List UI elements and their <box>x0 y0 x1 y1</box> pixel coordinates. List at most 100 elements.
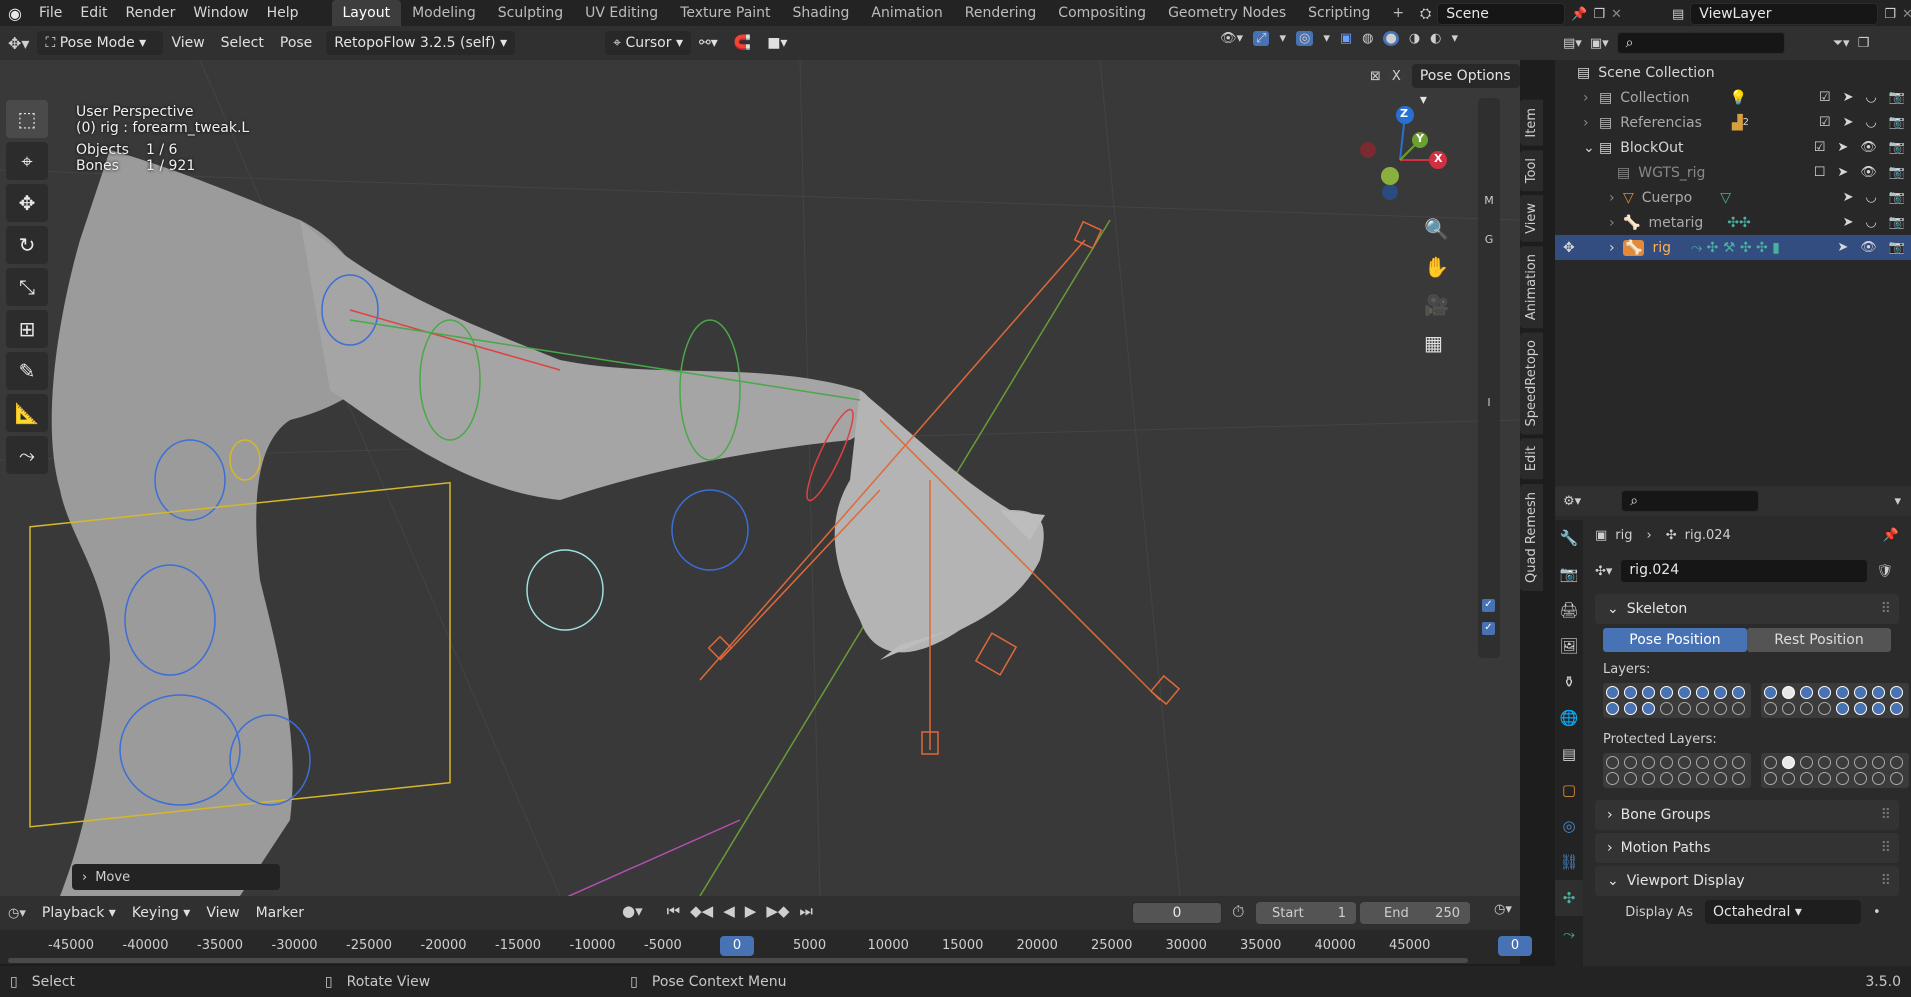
layer-dot[interactable] <box>1836 772 1849 785</box>
drag-handle-icon[interactable]: ⠿ <box>1881 594 1891 624</box>
drag-handle-icon[interactable]: ⠿ <box>1881 866 1891 896</box>
camera-icon[interactable]: 📷 <box>1889 240 1905 255</box>
layer-dot[interactable] <box>1624 702 1637 715</box>
layer-dot[interactable] <box>1818 686 1831 699</box>
camera-icon[interactable]: 📷 <box>1889 215 1905 230</box>
layer-dot[interactable] <box>1854 686 1867 699</box>
data-name-field[interactable]: rig.024 <box>1620 559 1869 583</box>
visibility-icon[interactable]: 👁▾ <box>1220 31 1243 46</box>
outliner-row-metarig[interactable]: › 🦴 metarig ✣✣ ➤ ◡ 📷 <box>1555 210 1911 235</box>
navigation-gizmo[interactable]: Z X Y <box>1350 100 1450 200</box>
layer-dot[interactable] <box>1800 756 1813 769</box>
outliner-row-wgts-rig[interactable]: ▤ WGTS_rig ☐ ➤ 👁 📷 <box>1555 160 1911 185</box>
layer-dot[interactable] <box>1890 702 1903 715</box>
checkbox-icon[interactable]: ☑ <box>1819 90 1831 105</box>
checkbox-icon[interactable]: ☑ <box>1814 140 1826 155</box>
drag-handle-icon[interactable]: ⠿ <box>1881 833 1891 863</box>
layer-dot[interactable] <box>1678 756 1691 769</box>
layer-dot[interactable] <box>1606 772 1619 785</box>
menu-render[interactable]: Render <box>117 0 185 26</box>
layer-dot[interactable] <box>1732 756 1745 769</box>
view-layer-icon[interactable]: ▤ <box>1672 7 1684 22</box>
fake-user-shield-icon[interactable]: 🛡 <box>1876 564 1893 579</box>
layer-dot[interactable] <box>1764 686 1777 699</box>
pose-position-button[interactable]: Pose Position <box>1603 628 1747 652</box>
record-icon[interactable]: ●▾ <box>622 902 643 920</box>
select-arrow-icon[interactable]: ➤ <box>1843 115 1854 130</box>
tab-rendering[interactable]: Rendering <box>954 0 1048 26</box>
layer-dot[interactable] <box>1732 772 1745 785</box>
layers-right-block[interactable] <box>1761 683 1909 718</box>
transform-tool-icon[interactable]: ⊞ <box>6 310 48 348</box>
layers-left-block[interactable] <box>1603 683 1751 718</box>
layer-dot[interactable] <box>1714 772 1727 785</box>
gizmo-dropdown-icon[interactable]: ▾ <box>1279 31 1286 46</box>
menu-marker[interactable]: Marker <box>248 898 312 928</box>
timeline-options-icon[interactable]: ◷▾ <box>1494 902 1512 917</box>
select-arrow-icon[interactable]: ➤ <box>1843 90 1854 105</box>
camera-icon[interactable]: 📷 <box>1889 165 1905 180</box>
expand-icon[interactable]: › <box>1609 215 1623 231</box>
expand-icon[interactable]: › <box>1583 115 1599 131</box>
select-arrow-icon[interactable]: ➤ <box>1837 140 1848 155</box>
menu-file[interactable]: File <box>30 0 71 26</box>
display-as-dropdown[interactable]: Octahedral ▾ <box>1705 900 1861 924</box>
layer-dot[interactable] <box>1642 756 1655 769</box>
constraints-tab-icon[interactable]: ⛓ <box>1555 844 1583 880</box>
retopoflow-menu[interactable]: RetopoFlow 3.2.5 (self) ▾ <box>326 31 516 55</box>
play-icon[interactable]: ▶ <box>745 902 757 920</box>
select-box-icon[interactable]: ⬚ <box>6 100 48 138</box>
layer-dot[interactable] <box>1642 772 1655 785</box>
outliner-row-blockout[interactable]: ⌄ ▤ BlockOut ☑ ➤ 👁 📷 <box>1555 135 1911 160</box>
layer-dot[interactable] <box>1872 772 1885 785</box>
select-arrow-icon[interactable]: ➤ <box>1837 165 1848 180</box>
layer-dot[interactable] <box>1678 686 1691 699</box>
tab-animation-sidebar[interactable]: Animation <box>1520 245 1543 328</box>
move-tool-icon[interactable]: ✥ <box>6 184 48 222</box>
pan-hand-icon[interactable]: ✋ <box>1424 248 1449 286</box>
eye-icon[interactable]: 👁 <box>1860 140 1877 155</box>
tab-speedretopo[interactable]: SpeedRetopo <box>1520 332 1543 435</box>
armature-browse-icon[interactable]: ✣▾ <box>1595 564 1612 579</box>
layer-dot[interactable] <box>1836 756 1849 769</box>
layer-dot[interactable] <box>1818 702 1831 715</box>
pin-icon[interactable]: 📌 <box>1571 7 1587 22</box>
scene-collection-row[interactable]: ▤ Scene Collection <box>1555 60 1911 85</box>
next-keyframe-icon[interactable]: ▶◆ <box>766 902 789 920</box>
menu-timeline-view[interactable]: View <box>198 898 247 928</box>
checkbox-empty-icon[interactable]: ☐ <box>1814 165 1826 180</box>
overlay-icon[interactable]: ◎ <box>1295 31 1314 46</box>
options-dropdown-icon[interactable]: ▾ <box>1894 494 1901 509</box>
layer-dot[interactable] <box>1890 772 1903 785</box>
layer-dot[interactable] <box>1696 686 1709 699</box>
menu-view[interactable]: View <box>163 28 212 58</box>
layer-dot[interactable] <box>1800 702 1813 715</box>
3d-viewport[interactable]: ⬚ ⌖ ✥ ↻ ⤡ ⊞ ✎ 📐 ⤳ User Perspective (0) r… <box>0 60 1520 896</box>
tab-item[interactable]: Item <box>1520 100 1543 146</box>
checkbox-icon[interactable]: ☑ <box>1819 115 1831 130</box>
display-mode-icon[interactable]: ▣▾ <box>1590 36 1609 51</box>
layer-dot[interactable] <box>1624 686 1637 699</box>
protected-right-block[interactable] <box>1761 753 1909 788</box>
scale-tool-icon[interactable]: ⤡ <box>6 268 48 306</box>
render-tab-icon[interactable]: 📷 <box>1555 556 1583 592</box>
layer-dot[interactable] <box>1714 702 1727 715</box>
layer-dot[interactable] <box>1782 702 1795 715</box>
outliner-editor-icon[interactable]: ▤▾ <box>1563 36 1582 51</box>
jump-start-icon[interactable]: ⏮ <box>667 902 681 920</box>
expanded-icon[interactable]: ⌄ <box>1583 140 1599 156</box>
layer-dot[interactable] <box>1642 702 1655 715</box>
menu-help[interactable]: Help <box>258 0 308 26</box>
world-tab-icon[interactable]: 🌐 <box>1555 700 1583 736</box>
blender-logo-icon[interactable]: ◉ <box>0 4 30 23</box>
xray-icon[interactable]: ▣ <box>1340 31 1352 46</box>
timeline-editor-icon[interactable]: ◷▾ <box>0 906 34 921</box>
menu-select[interactable]: Select <box>213 28 272 58</box>
layer-dot[interactable] <box>1818 772 1831 785</box>
layer-dot[interactable] <box>1606 702 1619 715</box>
tab-uv-editing[interactable]: UV Editing <box>574 0 669 26</box>
layer-dot[interactable] <box>1800 772 1813 785</box>
protected-left-block[interactable] <box>1603 753 1751 788</box>
layer-dot[interactable] <box>1854 702 1867 715</box>
layer-dot[interactable] <box>1854 772 1867 785</box>
